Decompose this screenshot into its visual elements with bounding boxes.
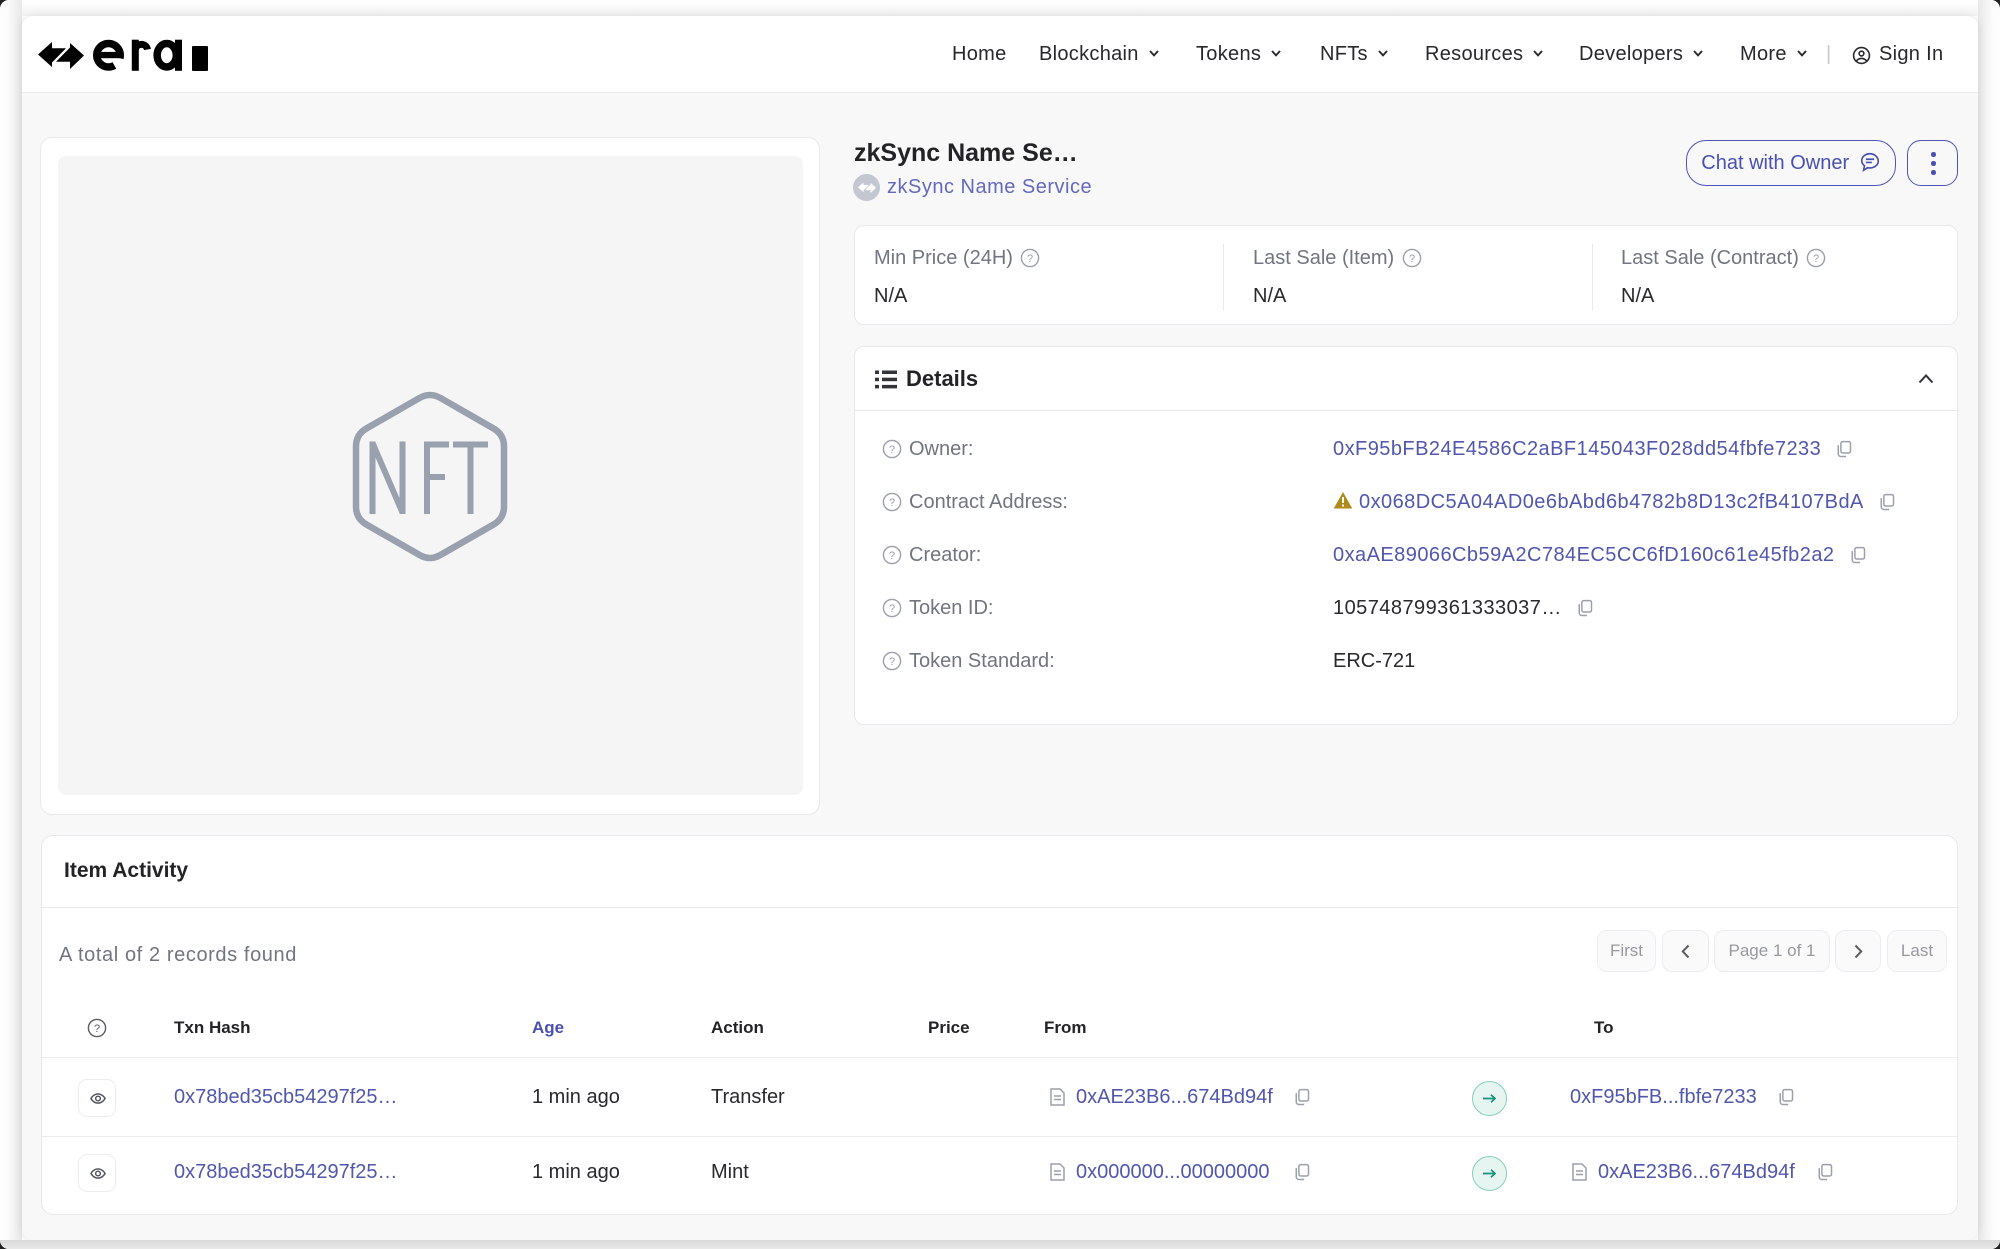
svg-text:?: ? xyxy=(889,497,895,509)
svg-text:?: ? xyxy=(1027,253,1033,265)
svg-text:?: ? xyxy=(94,1023,100,1035)
svg-text:?: ? xyxy=(889,550,895,562)
svg-text:?: ? xyxy=(889,444,895,456)
svg-text:?: ? xyxy=(889,603,895,615)
svg-text:?: ? xyxy=(1813,253,1819,265)
svg-text:?: ? xyxy=(1409,253,1415,265)
svg-text:?: ? xyxy=(889,656,895,668)
